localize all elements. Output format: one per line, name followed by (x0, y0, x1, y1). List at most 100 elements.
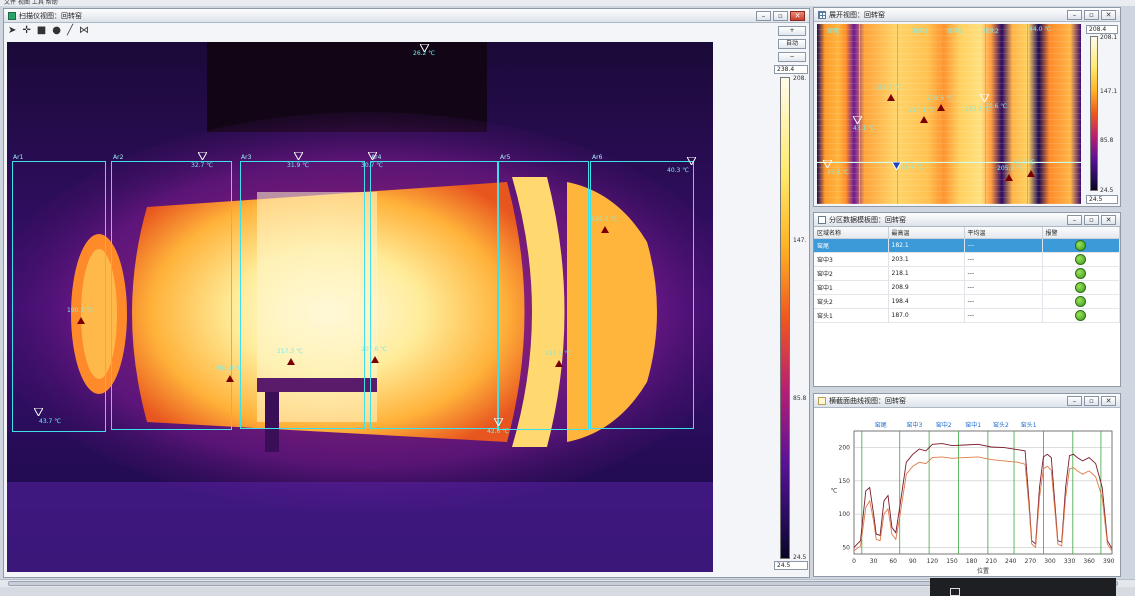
ellipse-icon[interactable]: ● (52, 25, 61, 36)
table-row[interactable]: 窑头1 187.0 --- (814, 308, 1120, 323)
max-marker-icon (601, 226, 609, 233)
colorbar-max-spinner[interactable]: 238.4 (774, 65, 808, 74)
minimize-button[interactable]: – (1067, 9, 1082, 20)
minimize-button[interactable]: – (1067, 214, 1082, 225)
table-row[interactable]: 窑中2 218.1 --- (814, 266, 1120, 281)
close-button[interactable]: ✕ (790, 10, 805, 21)
strip-label-cold1: 43.1 ℃ (853, 125, 876, 132)
table-row[interactable]: 窑中1 208.9 --- (814, 280, 1120, 295)
curve-view-titlebar: 横截面曲线视图：回转窑 – ▫ ✕ (814, 394, 1120, 408)
max-marker-icon (371, 356, 379, 363)
column-header-avg[interactable]: 平均温 (964, 227, 1043, 239)
column-header-alarm[interactable]: 报警 (1042, 227, 1120, 239)
minimize-button[interactable]: – (756, 10, 771, 21)
zone-ar2[interactable] (111, 161, 232, 430)
crosshair-icon[interactable]: ✛ (22, 25, 30, 36)
strip-divider (985, 24, 986, 204)
restore-button[interactable]: ▫ (1084, 395, 1099, 406)
zoom-in-button[interactable]: + (778, 26, 806, 36)
cell-alarm (1042, 294, 1120, 309)
zone-label: 窑头2 (993, 421, 1009, 429)
table-row[interactable]: 窑头2 198.4 --- (814, 294, 1120, 309)
table-row[interactable]: 窑中3 203.1 --- (814, 252, 1120, 267)
max-marker-icon (226, 375, 234, 382)
strip-label-cold3: 26.7 ℃ (901, 164, 924, 171)
restore-button[interactable]: ▫ (1084, 9, 1099, 20)
restore-button[interactable]: ▫ (1084, 214, 1099, 225)
zone-label-ar2: Ar2 (113, 154, 124, 161)
thermal-image[interactable]: Ar1 Ar2 Ar3 Ar4 Ar5 Ar6 26.2 ℃ 32.7 ℃ 31… (7, 42, 713, 572)
min-marker-icon (853, 116, 862, 124)
strip-label-hot: 217.3 ℃ (875, 84, 901, 91)
colorbar-tick-low: 85.8 (793, 395, 807, 402)
cell-avg: --- (964, 308, 1043, 323)
unrolled-lines (817, 24, 1081, 204)
max-marker-icon (287, 358, 295, 365)
x-tick-label: 330 (1064, 558, 1076, 565)
rectangle-icon[interactable]: ■ (37, 25, 46, 36)
polyline-icon[interactable]: ⋈ (79, 25, 89, 36)
strip-label-cold5: 70.6 ℃ (985, 103, 1008, 110)
cell-max: 198.4 (888, 294, 965, 309)
strip-colorbar-max-spinner[interactable]: 208.4 (1086, 25, 1118, 34)
line-icon[interactable]: ╱ (67, 25, 73, 36)
max-marker-icon (887, 94, 895, 101)
x-axis-label: 位置 (977, 567, 989, 575)
min-marker-icon (198, 152, 207, 160)
restore-button[interactable]: ▫ (773, 10, 788, 21)
x-tick-label: 30 (870, 558, 878, 565)
close-button[interactable]: ✕ (1101, 395, 1116, 406)
close-button[interactable]: ✕ (1101, 214, 1116, 225)
strip-label-cold4: 42.3 ℃ (1013, 159, 1036, 166)
zoom-out-button[interactable]: − (778, 52, 806, 62)
minimize-button[interactable]: – (1067, 395, 1082, 406)
column-header-zone[interactable]: 区域名称 (814, 227, 889, 239)
colorbar-min-spinner[interactable]: 24.5 (774, 561, 808, 570)
min-marker-icon (368, 152, 377, 160)
zone-label: 窑中1 (965, 421, 981, 429)
close-button[interactable]: ✕ (1101, 9, 1116, 20)
auto-range-button[interactable]: 自动 (778, 39, 806, 49)
x-tick-label: 300 (1044, 558, 1056, 565)
zone-ar3[interactable] (240, 161, 365, 429)
temp-label-ar1-min: 43.7 ℃ (39, 418, 62, 425)
zone-table-titlebar: 分区数据模板图：回转窑 – ▫ ✕ (814, 213, 1120, 227)
temp-label-ar4-min: 30.7 ℃ (361, 162, 384, 169)
y-tick-label: 50 (842, 544, 850, 551)
min-marker-icon (34, 408, 43, 416)
zone-label-ar3: Ar3 (241, 154, 252, 161)
cell-alarm (1042, 252, 1120, 267)
x-tick-label: 150 (946, 558, 958, 565)
colorbar-tick-mid: 147. (793, 237, 807, 244)
cursor-icon[interactable]: ➤ (8, 25, 16, 36)
temperature-curve-chart[interactable]: 200 150 100 50 窑尾 窑中3 窑中2 窑中1 窑头2 窑头1 0 30 60 90 120 15… (814, 409, 1120, 577)
zone-ar4[interactable] (370, 161, 498, 429)
min-marker-icon (687, 157, 696, 165)
grid-icon (818, 10, 826, 19)
cell-avg: --- (964, 294, 1043, 309)
curve-view-window: 横截面曲线视图：回转窑 – ▫ ✕ 200 150 100 50 窑尾 窑中3 窑中2 窑中1… (813, 393, 1121, 577)
alarm-ok-icon (1075, 254, 1087, 265)
zone-ar6[interactable] (590, 161, 694, 429)
strip-label-edge: 44.0 ℃ (1029, 26, 1052, 33)
max-marker-icon (937, 104, 945, 111)
zone-table: 区域名称 最高温 平均温 报警 窑尾 182.1 --- 窑中3 203.1 -… (814, 227, 1120, 323)
column-header-max[interactable]: 最高温 (888, 227, 965, 239)
min-marker-icon (980, 94, 989, 102)
alarm-ok-icon (1075, 310, 1087, 321)
zone-ar1[interactable] (12, 161, 106, 432)
unrolled-thermal-image[interactable]: 窑尾 窑中3 窑中2 窑头2 44.0 ℃ 217.3 ℃ 210.1 ℃ 20… (817, 24, 1081, 204)
cell-zone-name: 窑头1 (814, 308, 889, 323)
cell-max: 218.1 (888, 266, 965, 281)
temp-label-ar5-min: 42.6 ℃ (487, 428, 510, 435)
y-tick-label: 150 (839, 478, 851, 485)
temp-label-top: 26.2 ℃ (413, 50, 436, 57)
cell-zone-name: 窑中2 (814, 266, 889, 281)
strip-label-top-left: 窑尾 (827, 28, 840, 35)
strip-divider (937, 24, 938, 204)
strip-label-zone2: 窑中2 (947, 28, 963, 35)
zone-ar5[interactable] (498, 161, 589, 430)
zone-table-window: 分区数据模板图：回转窑 – ▫ ✕ 区域名称 最高温 平均温 报警 窑尾 182… (813, 212, 1121, 387)
table-row[interactable]: 窑尾 182.1 --- (814, 238, 1120, 253)
strip-colorbar-min-spinner[interactable]: 24.5 (1086, 195, 1118, 204)
